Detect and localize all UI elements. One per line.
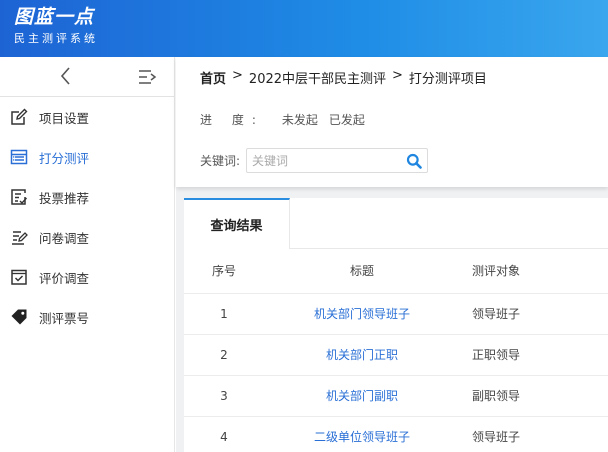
breadcrumb-separator: > xyxy=(392,68,403,83)
sidebar-item-label: 问卷调查 xyxy=(39,230,90,246)
questionnaire-icon xyxy=(10,228,28,246)
row-target: 领导班子 xyxy=(460,293,608,335)
results-table: 序号 标题 测评对象 1 机关部门领导班子 领导班子 2 机关部门正职 正职领导… xyxy=(184,249,608,452)
results-panel: 查询结果 序号 标题 测评对象 1 机关部门领导班子 领导班子 2 机关部门正职… xyxy=(184,198,608,452)
keyword-filter: 关键词: xyxy=(200,148,429,173)
main-content: 首页 > 2022中层干部民主测评 > 打分测评项目 进 度: 未发起 已发起 … xyxy=(176,57,608,452)
row-target: 正职领导 xyxy=(460,334,608,376)
search-icon[interactable] xyxy=(406,153,422,169)
results-tabbar: 查询结果 xyxy=(184,198,608,249)
row-no: 3 xyxy=(184,375,264,417)
column-header-target: 测评对象 xyxy=(460,249,608,294)
breadcrumb-current: 打分测评项目 xyxy=(408,72,487,87)
breadcrumb: 首页 > 2022中层干部民主测评 > 打分测评项目 xyxy=(200,68,487,87)
check-box-icon xyxy=(10,268,28,286)
table-row: 1 机关部门领导班子 领导班子 xyxy=(184,293,608,335)
table-row: 4 二级单位领导班子 领导班子 xyxy=(184,416,608,452)
column-header-no: 序号 xyxy=(184,249,264,294)
edit-icon xyxy=(10,108,28,126)
progress-label: 进 度: xyxy=(200,113,264,127)
table-icon xyxy=(10,148,28,166)
breadcrumb-project[interactable]: 2022中层干部民主测评 xyxy=(249,68,386,87)
column-header-title: 标题 xyxy=(264,249,460,294)
table-row: 2 机关部门正职 正职领导 xyxy=(184,334,608,376)
brand-subtitle: 民主测评系统 xyxy=(14,32,98,45)
row-title-link[interactable]: 机关部门正职 xyxy=(326,348,398,362)
sidebar-item-label: 项目设置 xyxy=(39,110,90,126)
sidebar-item-questionnaire[interactable]: 问卷调查 xyxy=(0,217,174,257)
row-no: 4 xyxy=(184,416,264,452)
keyword-input[interactable] xyxy=(247,149,398,172)
sidebar: 项目设置 打分测评 投票推荐 问卷调查 评价调查 测评票号 xyxy=(0,57,175,452)
sidebar-item-label: 投票推荐 xyxy=(39,190,90,206)
row-no: 2 xyxy=(184,334,264,376)
menu-collapse-icon[interactable] xyxy=(136,66,158,88)
chevron-left-icon[interactable] xyxy=(55,65,77,87)
sidebar-item-label: 打分测评 xyxy=(39,150,90,166)
sidebar-item-scoring[interactable]: 打分测评 xyxy=(0,137,174,177)
breadcrumb-home[interactable]: 首页 xyxy=(200,68,226,87)
filter-panel: 首页 > 2022中层干部民主测评 > 打分测评项目 进 度: 未发起 已发起 … xyxy=(176,57,608,187)
row-target: 领导班子 xyxy=(460,416,608,452)
row-title-link[interactable]: 二级单位领导班子 xyxy=(314,430,410,444)
sidebar-item-label: 测评票号 xyxy=(39,310,90,326)
tag-icon xyxy=(10,308,28,326)
breadcrumb-separator: > xyxy=(232,68,243,83)
brand-title: 图蓝一点 xyxy=(14,6,95,28)
row-target: 副职领导 xyxy=(460,375,608,417)
row-no: 1 xyxy=(184,293,264,335)
progress-filter: 进 度: 未发起 已发起 xyxy=(200,111,376,128)
vote-list-icon xyxy=(10,188,28,206)
app-header: 图蓝一点 民主测评系统 xyxy=(0,0,608,57)
sidebar-item-evaluation[interactable]: 评价调查 xyxy=(0,257,174,297)
keyword-search-box xyxy=(246,148,429,173)
row-title-link[interactable]: 机关部门副职 xyxy=(326,389,398,403)
keyword-label: 关键词: xyxy=(200,154,241,168)
table-header-row: 序号 标题 测评对象 xyxy=(184,249,608,294)
tab-query-results[interactable]: 查询结果 xyxy=(184,198,290,249)
table-row: 3 机关部门副职 副职领导 xyxy=(184,375,608,417)
sidebar-item-label: 评价调查 xyxy=(39,270,90,286)
progress-option-not-started[interactable]: 未发起 xyxy=(282,111,318,128)
sidebar-toolbar xyxy=(0,57,174,97)
row-title-link[interactable]: 机关部门领导班子 xyxy=(314,307,410,321)
progress-option-started[interactable]: 已发起 xyxy=(329,111,365,128)
app-logo: 图蓝一点 民主测评系统 xyxy=(14,6,98,47)
sidebar-item-ticket-number[interactable]: 测评票号 xyxy=(0,297,174,337)
sidebar-item-vote[interactable]: 投票推荐 xyxy=(0,177,174,217)
sidebar-item-project-settings[interactable]: 项目设置 xyxy=(0,97,174,137)
